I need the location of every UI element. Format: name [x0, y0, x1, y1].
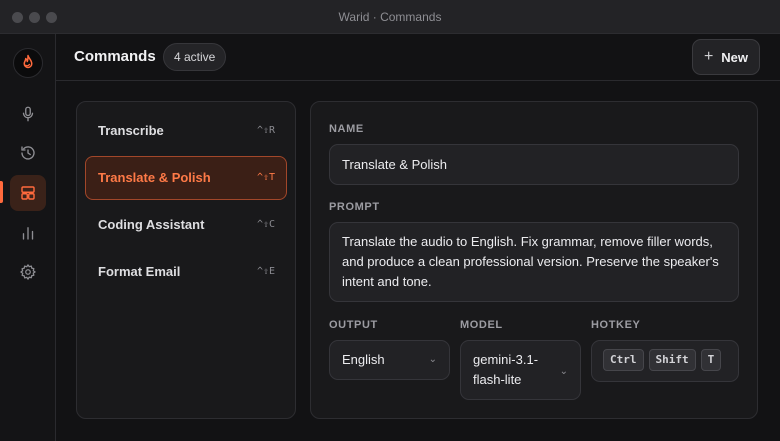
command-shortcut: ^⇧T — [256, 172, 275, 183]
active-indicator — [0, 181, 3, 203]
layout-icon — [21, 186, 35, 200]
rail-item-commands[interactable] — [10, 175, 46, 211]
rail-item-settings[interactable] — [10, 254, 46, 290]
command-item-coding-assistant[interactable]: Coding Assistant ^⇧C — [85, 203, 287, 247]
bar-chart-icon — [22, 227, 34, 240]
page-header: Commands 4 active + New — [56, 34, 780, 81]
command-shortcut: ^⇧C — [256, 219, 275, 230]
microphone-icon — [22, 106, 34, 122]
new-button-label: New — [721, 49, 749, 65]
page-title: Commands — [74, 48, 156, 65]
rail-item-history[interactable] — [10, 135, 46, 171]
sidebar-rail — [0, 34, 56, 441]
hotkey-recorder[interactable]: Ctrl Shift T — [591, 340, 739, 382]
prompt-textarea[interactable]: Translate the audio to English. Fix gram… — [329, 222, 739, 302]
new-command-button[interactable]: + New — [692, 39, 760, 75]
command-label: Coding Assistant — [98, 217, 205, 232]
rail-item-microphone[interactable] — [10, 96, 46, 132]
commands-list: Transcribe ^⇧R Translate & Polish ^⇧T Co… — [76, 101, 296, 419]
model-select[interactable]: gemini-3.1-flash-lite ⌄ — [460, 340, 581, 400]
gear-icon — [20, 264, 36, 280]
hotkey-key: T — [700, 349, 722, 371]
output-value: English — [342, 352, 385, 367]
command-label: Transcribe — [98, 123, 164, 138]
prompt-label: PROMPT — [329, 201, 380, 213]
model-label: MODEL — [460, 319, 503, 331]
command-label: Format Email — [98, 264, 181, 279]
output-select[interactable]: English ⌄ — [329, 340, 450, 380]
name-field[interactable]: Translate & Polish — [329, 144, 739, 185]
history-icon — [21, 146, 35, 160]
title-bar: Warid · Commands — [0, 0, 780, 34]
command-shortcut: ^⇧E — [256, 266, 275, 277]
hotkey-key: Shift — [648, 349, 696, 371]
rail-item-stats[interactable] — [10, 215, 46, 251]
command-editor: NAME Translate & Polish PROMPT Translate… — [310, 101, 758, 419]
hotkey-key: Ctrl — [603, 349, 644, 371]
command-item-format-email[interactable]: Format Email ^⇧E — [85, 250, 287, 294]
flame-logo-icon — [23, 54, 33, 69]
app-logo — [13, 48, 43, 78]
command-item-transcribe[interactable]: Transcribe ^⇧R — [85, 109, 287, 153]
name-label: NAME — [329, 123, 364, 135]
output-label: OUTPUT — [329, 319, 378, 331]
hotkey-label: HOTKEY — [591, 319, 641, 331]
command-item-translate-polish[interactable]: Translate & Polish ^⇧T — [85, 156, 287, 200]
active-count-badge: 4 active — [163, 43, 227, 71]
command-shortcut: ^⇧R — [256, 125, 275, 136]
chevron-down-icon: ⌄ — [428, 354, 437, 365]
window-title: Warid · Commands — [338, 10, 442, 24]
chevron-down-icon: ⌄ — [559, 366, 568, 377]
model-value: gemini-3.1-flash-lite — [473, 352, 539, 387]
plus-icon: + — [703, 48, 714, 65]
command-label: Translate & Polish — [98, 170, 211, 185]
